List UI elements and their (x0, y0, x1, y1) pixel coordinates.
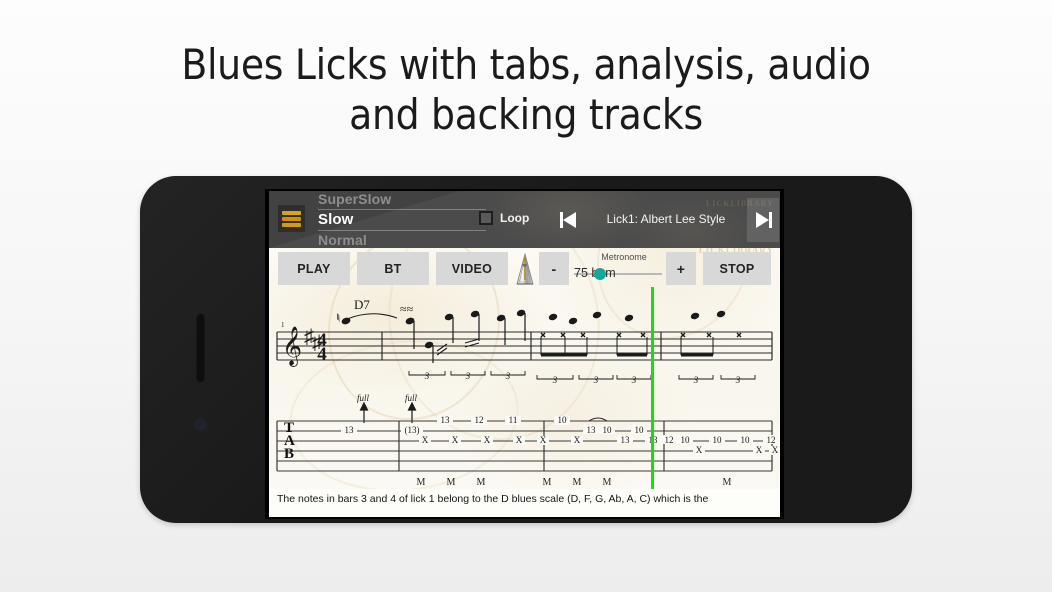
svg-text:(13): (13) (405, 425, 420, 435)
metronome-icon[interactable] (512, 252, 538, 286)
svg-text:3: 3 (552, 375, 558, 385)
tempo-slider-thumb[interactable] (594, 268, 606, 280)
skip-next-icon (754, 212, 772, 228)
playback-cursor (651, 287, 654, 495)
svg-text:M: M (723, 477, 732, 488)
video-button[interactable]: VIDEO (436, 252, 508, 285)
speed-divider (318, 230, 486, 231)
svg-text:12: 12 (767, 435, 776, 445)
svg-text:X: X (696, 445, 703, 455)
current-lick-title: Lick1: Albert Lee Style (606, 212, 726, 226)
lick-description-text: The notes in bars 3 and 4 of lick 1 belo… (277, 493, 709, 505)
svg-text:M: M (447, 477, 456, 488)
svg-text:10: 10 (603, 425, 613, 435)
svg-text:12: 12 (475, 415, 484, 425)
svg-text:10: 10 (635, 425, 645, 435)
svg-text:3: 3 (465, 371, 471, 381)
speed-selector[interactable]: SuperSlow Slow Normal (308, 191, 486, 248)
notation-area[interactable]: 1 𝄞 ♯ ♯ 4 4 D7 𝅱 ≈≈ 3 3 3 3 3 3 3 3 full… (269, 287, 780, 495)
svg-text:X: X (516, 435, 523, 445)
svg-text:3: 3 (505, 371, 511, 381)
svg-text:X: X (452, 435, 459, 445)
front-camera (194, 418, 207, 431)
app-viewport: LICKLIBRARY Lick 1: LICKLIBRARY SuperSlo… (269, 191, 780, 517)
svg-text:M: M (543, 477, 552, 488)
svg-text:3: 3 (593, 375, 599, 385)
svg-text:X: X (484, 435, 491, 445)
app-icon-bar (282, 222, 301, 227)
app-toolbar: LICKLIBRARY SuperSlow Slow Normal Loop L… (269, 191, 780, 248)
svg-text:M: M (573, 477, 582, 488)
phone-screen: LICKLIBRARY Lick 1: LICKLIBRARY SuperSlo… (265, 189, 784, 519)
svg-text:𝄞: 𝄞 (282, 327, 302, 367)
speed-divider (318, 209, 486, 210)
tempo-increase-button[interactable]: + (666, 252, 696, 285)
svg-text:3: 3 (424, 371, 430, 381)
previous-lick-button[interactable] (554, 205, 584, 235)
skip-previous-icon (560, 212, 578, 228)
skip-previous-icon-triangle (563, 212, 576, 228)
play-button[interactable]: PLAY (278, 252, 350, 285)
svg-text:M: M (603, 477, 612, 488)
svg-text:4: 4 (317, 344, 327, 365)
playback-control-bar: PLAY BT VIDEO - Metronome 75 + STOP (269, 252, 780, 285)
speed-option-superslow[interactable]: SuperSlow (318, 191, 486, 207)
lick-description[interactable]: The notes in bars 3 and 4 of lick 1 belo… (269, 489, 780, 517)
svg-text:10: 10 (558, 415, 568, 425)
speed-option-slow-selected[interactable]: Slow (318, 211, 486, 228)
app-icon-bar (282, 210, 301, 215)
svg-text:X: X (772, 445, 779, 455)
metronome-label: Metronome (601, 252, 647, 262)
svg-text:X: X (422, 435, 429, 445)
svg-text:X: X (756, 445, 763, 455)
earpiece-speaker (196, 313, 205, 383)
loop-checkbox[interactable] (479, 211, 493, 225)
svg-text:13: 13 (621, 435, 631, 445)
svg-text:3: 3 (735, 375, 741, 385)
svg-text:12: 12 (665, 435, 674, 445)
svg-text:D7: D7 (354, 297, 370, 312)
svg-text:3: 3 (631, 375, 637, 385)
speed-option-normal[interactable]: Normal (318, 232, 486, 248)
svg-text:X: X (540, 435, 547, 445)
stop-button[interactable]: STOP (703, 252, 771, 285)
svg-text:M: M (477, 477, 486, 488)
svg-text:M: M (417, 477, 426, 488)
svg-text:11: 11 (509, 415, 518, 425)
app-icon-bar (282, 216, 301, 221)
skip-next-icon-bar (769, 212, 772, 228)
page-title: Blues Licks with tabs, analysis, audio a… (0, 40, 1052, 140)
svg-text:𝅱: 𝅱 (337, 313, 340, 326)
svg-text:X: X (574, 435, 581, 445)
svg-text:13: 13 (587, 425, 597, 435)
licklibrary-app-icon[interactable] (278, 205, 305, 232)
svg-text:10: 10 (713, 435, 723, 445)
svg-text:10: 10 (741, 435, 751, 445)
page-title-line-1: Blues Licks with tabs, analysis, audio (181, 40, 871, 89)
svg-text:13: 13 (345, 425, 355, 435)
svg-text:13: 13 (441, 415, 451, 425)
loop-label: Loop (500, 211, 530, 225)
tempo-decrease-button[interactable]: - (539, 252, 569, 285)
svg-text:≈≈: ≈≈ (400, 302, 414, 316)
svg-text:10: 10 (681, 435, 691, 445)
page-title-line-2: and backing tracks (349, 90, 703, 139)
next-lick-button[interactable] (747, 198, 779, 242)
svg-text:full: full (357, 393, 370, 403)
svg-text:B: B (284, 446, 294, 462)
svg-text:3: 3 (693, 375, 699, 385)
svg-text:full: full (405, 393, 418, 403)
bt-button[interactable]: BT (357, 252, 429, 285)
skip-next-icon-triangle (756, 212, 769, 228)
loop-toggle[interactable]: Loop (479, 211, 529, 225)
